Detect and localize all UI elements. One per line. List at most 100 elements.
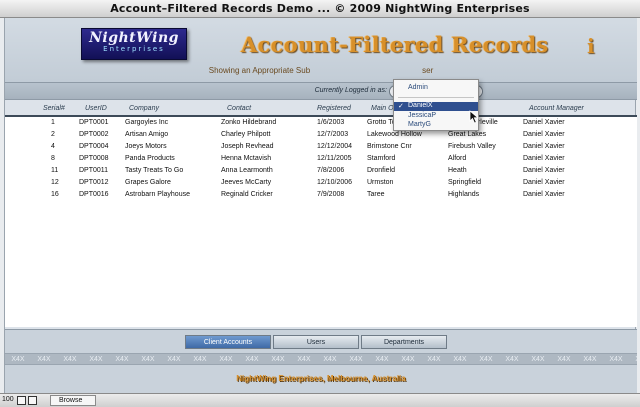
status-bar: 100 Browse [0,393,640,407]
cell-registered: 1/6/2003 [317,119,345,126]
cell-address: Urmston [367,179,394,186]
cell-address: Stamford [367,155,396,162]
pattern-cell: X4X [297,356,311,363]
window-title: Account–Filtered Records Demo ... © 2009… [110,2,530,15]
table-row[interactable]: 11 DPT0011 Tasty Treats To Go Anna Learm… [5,165,637,177]
table-row[interactable]: 8 DPT0008 Panda Products Henna Mctavish … [5,153,637,165]
cell-userid: DPT0002 [79,131,109,138]
cell-address: Dronfield [367,167,396,174]
table-row[interactable]: 1 DPT0001 Gargoyles Inc Zonko Hildebrand… [5,117,637,129]
cell-contact: Joseph Revhead [221,143,274,150]
user-dropdown-menu: Admin ✓ DanielX JessicaP MartyG [393,79,479,131]
nightwing-logo: NightWing Enterprises [81,28,187,60]
cell-manager: Daniel Xavier [523,143,565,150]
pattern-cell: X4X [583,356,597,363]
header: NightWing Enterprises Account-Filtered R… [5,18,637,82]
pattern-cell: X4X [245,356,259,363]
col-manager: Account Manager [529,105,584,112]
footer-text: NightWing Enterprises, Melbourne, Austra… [236,374,406,383]
check-icon: ✓ [398,103,404,110]
cell-registered: 12/10/2006 [317,179,353,186]
col-contact: Contact [227,105,252,112]
cell-userid: DPT0001 [79,119,109,126]
pattern-cell: X4X [167,356,181,363]
cell-serial: 1 [51,119,55,126]
pattern-cell: X4X [531,356,545,363]
pattern-cell: X4X [37,356,51,363]
col-main: Main O [371,105,394,112]
table-row[interactable]: 4 DPT0004 Joeys Motors Joseph Revhead 12… [5,141,637,153]
cell-manager: Daniel Xavier [523,119,565,126]
cell-address: Taree [367,191,385,198]
cell-city: Highlands [448,191,480,198]
cell-contact: Anna Learmonth [221,167,273,174]
cell-userid: DPT0016 [79,191,109,198]
cell-userid: DPT0004 [79,143,109,150]
col-registered: Registered [317,105,351,112]
pattern-cell: X4X [63,356,77,363]
zoom-level[interactable]: 100 [2,396,14,403]
cell-company: Gargoyles Inc [125,119,169,126]
cell-manager: Daniel Xavier [523,167,565,174]
cell-registered: 12/7/2003 [317,131,349,138]
dropdown-item-danielx[interactable]: ✓ DanielX [394,102,478,111]
pattern-cell: X4X [193,356,207,363]
pattern-cell: X4X [11,356,25,363]
cell-contact: Charley Philpott [221,131,271,138]
cell-company: Panda Products [125,155,175,162]
table-row[interactable]: 12 DPT0012 Grapes Galore Jeeves McCarty … [5,177,637,189]
records-list: 1 DPT0001 Gargoyles Inc Zonko Hildebrand… [5,115,637,327]
cell-contact: Jeeves McCarty [221,179,272,186]
col-company: Company [129,105,159,112]
pattern-cell: X4X [609,356,623,363]
pattern-cell: X4X [323,356,337,363]
subtitle-right: ser [422,66,434,75]
tab-client-accounts[interactable]: Client Accounts [185,335,271,349]
pattern-cell: X4X [557,356,571,363]
col-serial: Serial# [43,105,65,112]
cell-contact: Henna Mctavish [221,155,272,162]
cell-registered: 7/9/2008 [317,191,345,198]
pattern-cell: X4X [115,356,129,363]
dropdown-item-admin[interactable]: Admin [394,84,478,93]
cell-serial: 4 [51,143,55,150]
tab-users[interactable]: Users [273,335,359,349]
cell-contact: Zonko Hildebrand [221,119,277,126]
table-row[interactable]: 16 DPT0016 Astrobarn Playhouse Reginald … [5,189,637,201]
cell-city: Great Lakes [448,131,487,138]
table-row[interactable]: 2 DPT0002 Artisan Amigo Charley Philpott… [5,129,637,141]
cell-city: Alford [448,155,467,162]
zoom-toggle-icon[interactable] [17,396,26,405]
tab-departments[interactable]: Departments [361,335,447,349]
pattern-cell: X4X [89,356,103,363]
cell-serial: 16 [51,191,59,198]
cell-company: Grapes Galore [125,179,171,186]
cell-manager: Daniel Xavier [523,191,565,198]
cell-userid: DPT0012 [79,179,109,186]
login-label: Currently Logged in as: [314,87,387,94]
dropdown-item-martyg[interactable]: MartyG [394,121,478,130]
bottom-panel: Client Accounts Users Departments X4X X4X… [5,329,637,393]
cell-manager: Daniel Xavier [523,155,565,162]
cell-company: Joeys Motors [125,143,167,150]
status-area-icon[interactable] [28,396,37,405]
cell-city: Heath [448,167,467,174]
cell-registered: 7/8/2006 [317,167,345,174]
pattern-cell: X4X [271,356,285,363]
pattern-cell: X4X [401,356,415,363]
pattern-cell: X4X [453,356,467,363]
pattern-cell: X4X [219,356,233,363]
mode-selector[interactable]: Browse [50,395,96,406]
pattern-cell: X4X [427,356,441,363]
cell-serial: 12 [51,179,59,186]
pattern-cell: X4X [505,356,519,363]
pattern-cell: X4X [479,356,493,363]
cell-company: Tasty Treats To Go [125,167,184,174]
cell-contact: Reginald Cricker [221,191,273,198]
dropdown-item-jessicap[interactable]: JessicaP [394,112,478,121]
decorative-pattern-strip: X4X X4X X4X X4X X4X X4X X4X X4X X4X X4X X4X X4X X4X X… [5,353,637,365]
pattern-cell: X4X [141,356,155,363]
col-userid: UserID [85,105,107,112]
status-icons [17,396,37,405]
info-icon[interactable]: i [587,34,595,58]
